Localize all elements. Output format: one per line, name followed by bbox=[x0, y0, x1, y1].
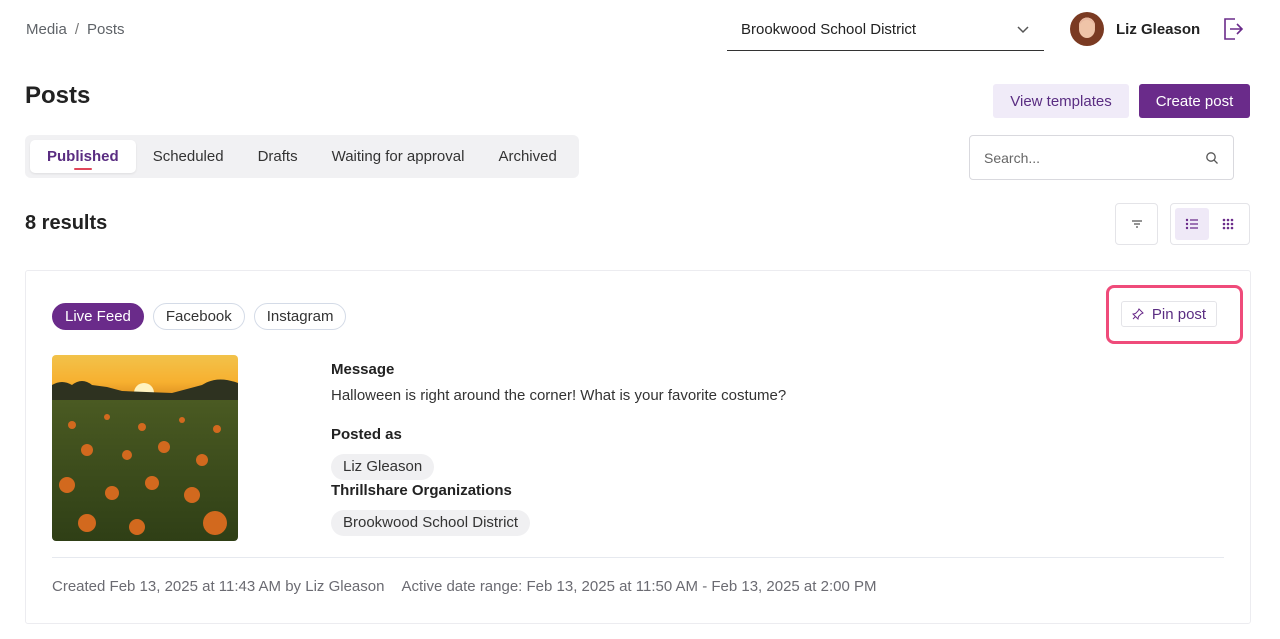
organizations-label: Thrillshare Organizations bbox=[331, 482, 512, 499]
status-tabs: Published Scheduled Drafts Waiting for a… bbox=[25, 135, 579, 178]
filter-icon bbox=[1131, 220, 1142, 228]
posted-as-label: Posted as bbox=[331, 426, 402, 443]
user-name: Liz Gleason bbox=[1116, 20, 1201, 38]
channel-chip-facebook: Facebook bbox=[152, 303, 245, 330]
breadcrumb-separator: / bbox=[74, 21, 80, 38]
pin-post-button[interactable]: Pin post bbox=[1121, 301, 1217, 327]
search-icon[interactable] bbox=[1205, 151, 1219, 165]
pin-icon bbox=[1131, 308, 1144, 320]
channel-chip-live-feed: Live Feed bbox=[52, 303, 144, 330]
list-view-button[interactable] bbox=[1175, 208, 1209, 240]
grid-view-button[interactable] bbox=[1211, 208, 1245, 240]
grid-view-icon bbox=[1222, 218, 1234, 230]
channel-chip-instagram: Instagram bbox=[253, 303, 347, 330]
tab-archived[interactable]: Archived bbox=[481, 140, 573, 173]
created-info: Created Feb 13, 2025 at 11:43 AM by Liz … bbox=[52, 578, 385, 595]
search-input[interactable] bbox=[984, 149, 1205, 166]
chevron-down-icon bbox=[1017, 26, 1029, 34]
post-card: Live Feed Facebook Instagram Pin post Me… bbox=[25, 270, 1251, 624]
view-templates-button[interactable]: View templates bbox=[993, 84, 1129, 118]
filter-button[interactable] bbox=[1115, 203, 1158, 245]
organization-pill: Brookwood School District bbox=[331, 510, 531, 536]
results-count: 8 results bbox=[25, 212, 108, 234]
posted-as-pill: Liz Gleason bbox=[331, 454, 435, 480]
message-label: Message bbox=[331, 361, 395, 378]
breadcrumb-media[interactable]: Media bbox=[26, 21, 67, 38]
organization-select-value: Brookwood School District bbox=[741, 20, 917, 38]
post-message: Halloween is right around the corner! Wh… bbox=[331, 387, 787, 404]
post-footer: Created Feb 13, 2025 at 11:43 AM by Liz … bbox=[52, 578, 876, 595]
post-details: Message Halloween is right around the co… bbox=[331, 361, 786, 536]
organization-select[interactable]: Brookwood School District bbox=[727, 8, 1044, 51]
tab-scheduled[interactable]: Scheduled bbox=[136, 140, 241, 173]
list-view-icon bbox=[1185, 218, 1198, 230]
tab-waiting-for-approval[interactable]: Waiting for approval bbox=[315, 140, 482, 173]
post-image[interactable] bbox=[52, 355, 238, 541]
avatar bbox=[1070, 12, 1104, 46]
breadcrumb-posts: Posts bbox=[87, 21, 125, 38]
logout-icon[interactable] bbox=[1222, 17, 1244, 41]
active-date-range: Active date range: Feb 13, 2025 at 11:50… bbox=[401, 578, 877, 595]
channel-chips: Live Feed Facebook Instagram bbox=[52, 303, 347, 330]
breadcrumb: Media / Posts bbox=[26, 21, 125, 38]
user-menu[interactable]: Liz Gleason bbox=[1070, 12, 1200, 46]
view-toggle bbox=[1170, 203, 1250, 245]
tab-published[interactable]: Published bbox=[30, 140, 136, 173]
page-title: Posts bbox=[25, 82, 91, 109]
create-post-button[interactable]: Create post bbox=[1139, 84, 1250, 118]
pin-post-label: Pin post bbox=[1151, 305, 1207, 323]
tab-drafts[interactable]: Drafts bbox=[241, 140, 315, 173]
search-box bbox=[969, 135, 1234, 180]
card-divider bbox=[52, 557, 1224, 558]
